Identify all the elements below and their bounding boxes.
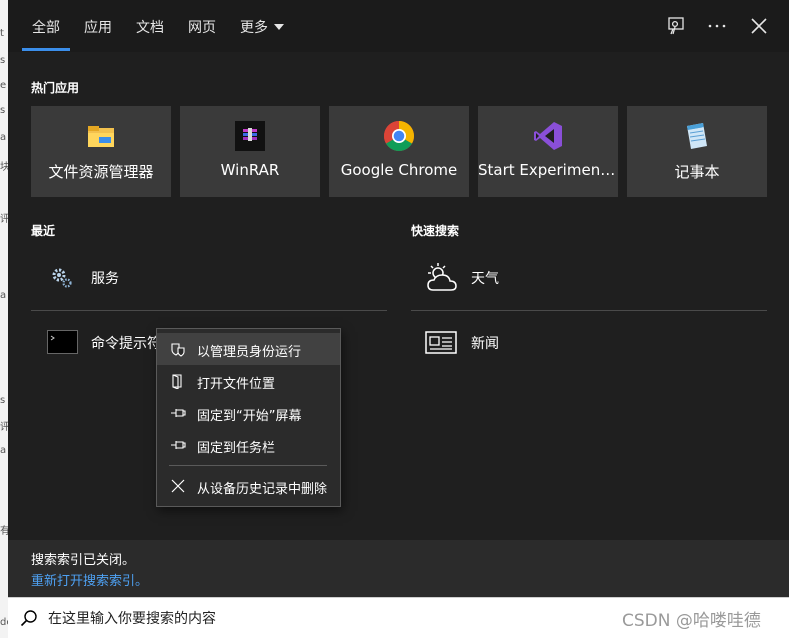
tab-documents[interactable]: 文档 bbox=[136, 17, 164, 37]
shield-icon bbox=[170, 341, 186, 357]
background-text-fragment: a bbox=[0, 445, 7, 456]
background-text-fragment: s bbox=[0, 105, 6, 116]
app-tile-label: WinRAR bbox=[220, 161, 280, 179]
reopen-index-link[interactable]: 重新打开搜索索引。 bbox=[31, 570, 148, 589]
quick-search-heading: 快速搜索 bbox=[411, 224, 460, 238]
weather-icon bbox=[425, 262, 459, 294]
app-tile-label: Google Chrome bbox=[340, 161, 458, 179]
recent-item-label: 命令提示符 bbox=[91, 336, 161, 352]
quick-search-label: 新闻 bbox=[471, 336, 499, 352]
active-tab-indicator bbox=[22, 48, 70, 51]
background-text-fragment: a bbox=[0, 132, 7, 143]
background-text-fragment: 有 bbox=[0, 526, 8, 537]
search-scope-tabs: 全部 应用 文档 网页 更多 bbox=[8, 0, 789, 52]
tab-apps[interactable]: 应用 bbox=[84, 17, 112, 37]
recent-item-services[interactable]: 服务 bbox=[31, 253, 387, 303]
close-icon bbox=[170, 478, 186, 494]
folder-open-icon bbox=[170, 373, 186, 390]
visual-studio-icon bbox=[532, 120, 564, 152]
app-tile-winrar[interactable]: WinRAR bbox=[180, 106, 320, 197]
notepad-icon bbox=[681, 120, 713, 152]
background-text-fragment: a bbox=[0, 290, 7, 301]
menu-item-label: 从设备历史记录中删除 bbox=[197, 482, 328, 497]
background-text-fragment: s bbox=[0, 55, 6, 66]
tab-all[interactable]: 全部 bbox=[32, 17, 60, 37]
background-text-fragment: e bbox=[0, 80, 7, 91]
context-menu: 以管理员身份运行 打开文件位置 固定到“开始”屏幕 固定到任务栏 从设备历史记录… bbox=[156, 328, 341, 507]
search-panel: 全部 应用 文档 网页 更多 热门应用 文件资源管理器 WinRAR Googl… bbox=[8, 0, 789, 597]
recent-item-label: 服务 bbox=[91, 271, 119, 287]
search-input[interactable] bbox=[46, 606, 610, 632]
app-tile-label: Start Experiment... bbox=[478, 161, 618, 179]
top-apps-heading: 热门应用 bbox=[31, 81, 80, 95]
quick-search-label: 天气 bbox=[471, 271, 499, 287]
background-text-fragment: 评 bbox=[0, 422, 8, 433]
app-tile-visual-studio-experiment[interactable]: Start Experiment... bbox=[478, 106, 618, 197]
menu-item-pin-to-start[interactable]: 固定到“开始”屏幕 bbox=[157, 397, 340, 429]
menu-item-run-as-admin[interactable]: 以管理员身份运行 bbox=[157, 333, 340, 365]
background-text-fragment: s bbox=[0, 395, 6, 406]
watermark-text: CSDN @哈喽哇德 bbox=[622, 611, 761, 631]
cmd-icon bbox=[47, 330, 78, 354]
background-text-fragment: 块 bbox=[0, 162, 8, 173]
app-tile-file-explorer[interactable]: 文件资源管理器 bbox=[31, 106, 171, 197]
menu-item-label: 固定到任务栏 bbox=[197, 441, 276, 456]
news-icon bbox=[425, 330, 459, 356]
background-text-fragment: t bbox=[0, 28, 4, 39]
chrome-icon bbox=[383, 120, 415, 152]
menu-item-label: 打开文件位置 bbox=[197, 377, 276, 392]
menu-separator bbox=[169, 465, 327, 466]
more-options-icon[interactable] bbox=[705, 14, 729, 38]
app-tile-label: 文件资源管理器 bbox=[48, 163, 154, 181]
recent-heading: 最近 bbox=[31, 224, 56, 238]
pin-icon bbox=[170, 405, 186, 421]
app-tile-label: 记事本 bbox=[674, 163, 720, 181]
tab-more-label: 更多 bbox=[240, 20, 268, 36]
divider bbox=[31, 310, 387, 311]
index-status-message: 搜索索引已关闭。 bbox=[31, 553, 136, 568]
services-gear-icon bbox=[51, 267, 73, 289]
background-text-fragment: dc bbox=[0, 617, 8, 628]
app-tile-notepad[interactable]: 记事本 bbox=[627, 106, 767, 197]
divider bbox=[411, 310, 767, 311]
search-icon bbox=[20, 609, 38, 627]
menu-item-open-file-location[interactable]: 打开文件位置 bbox=[157, 365, 340, 397]
pin-icon bbox=[170, 437, 186, 453]
quick-search-weather[interactable]: 天气 bbox=[411, 253, 767, 303]
chevron-down-icon bbox=[274, 24, 284, 30]
menu-item-label: 以管理员身份运行 bbox=[197, 345, 302, 360]
app-tile-chrome[interactable]: Google Chrome bbox=[329, 106, 469, 197]
menu-item-label: 固定到“开始”屏幕 bbox=[197, 409, 302, 424]
feedback-icon[interactable] bbox=[664, 14, 688, 38]
winrar-icon bbox=[234, 120, 266, 152]
tab-web[interactable]: 网页 bbox=[188, 17, 216, 37]
tab-more[interactable]: 更多 bbox=[240, 17, 284, 37]
background-window-strip: t s e s a 块 评 a s 评 a 有 dc bbox=[0, 0, 8, 638]
menu-item-remove-from-history[interactable]: 从设备历史记录中删除 bbox=[157, 470, 340, 502]
menu-item-pin-to-taskbar[interactable]: 固定到任务栏 bbox=[157, 429, 340, 461]
quick-search-news[interactable]: 新闻 bbox=[411, 318, 767, 368]
file-explorer-icon bbox=[85, 120, 117, 152]
index-status-footer: 搜索索引已关闭。 重新打开搜索索引。 bbox=[8, 540, 789, 597]
background-text-fragment: 评 bbox=[0, 214, 8, 225]
close-icon[interactable] bbox=[747, 14, 771, 38]
